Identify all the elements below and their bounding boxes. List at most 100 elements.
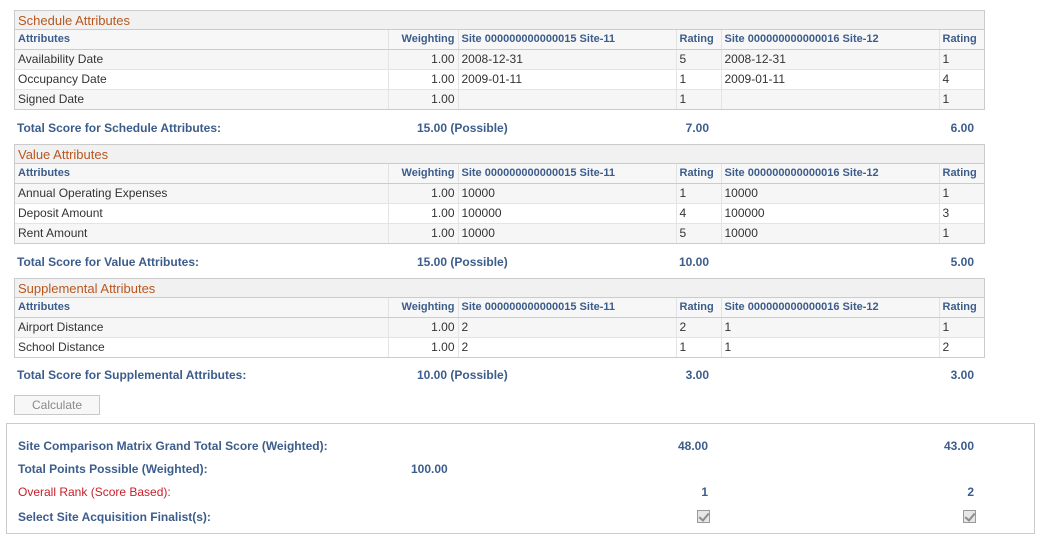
attribute-name: School Distance [15,336,388,357]
col-rating-1: Rating [675,30,721,50]
weighting-value: 1.00 [387,88,458,109]
rank-site-1: 1 [701,485,708,499]
site-2-value: 1 [720,316,939,337]
site-1-rating: 5 [675,48,721,69]
site-2-value: 2008-12-31 [720,48,939,69]
grand-total-site-2: 43.00 [943,439,974,453]
site-2-rating: 1 [938,48,984,69]
schedule-attributes-title: Schedule Attributes [15,11,984,30]
col-rating-2: Rating [938,30,984,50]
finalist-row: Select Site Acquisition Finalist(s): [18,510,1018,524]
col-site-2: Site 000000000000016 Site-12 [720,30,939,50]
site-2-value: 1 [720,336,939,357]
table-header-row: Attributes Weighting Site 00000000000001… [15,298,984,318]
supplemental-total-row: Total Score for Supplemental Attributes:… [17,368,977,382]
schedule-site-1-score: 7.00 [685,121,709,135]
schedule-attributes-grid: Schedule Attributes Attributes Weighting… [14,10,985,110]
col-rating-2: Rating [938,164,984,184]
site-2-rating: 3 [938,202,984,223]
col-attributes: Attributes [15,298,388,318]
site-1-value: 100000 [457,202,676,223]
col-site-2: Site 000000000000016 Site-12 [720,298,939,318]
site-1-value: 2 [457,316,676,337]
table-row: Airport Distance 1.00 2 2 1 1 [15,316,984,337]
table-row: Annual Operating Expenses 1.00 10000 1 1… [15,182,984,203]
col-rating-1: Rating [675,164,721,184]
schedule-total-row: Total Score for Schedule Attributes: 15.… [17,121,977,135]
site-1-rating: 4 [675,202,721,223]
site-1-value: 2009-01-11 [457,68,676,89]
grand-total-label: Site Comparison Matrix Grand Total Score… [18,439,328,453]
site-1-value: 2 [457,336,676,357]
supplemental-attributes-title: Supplemental Attributes [15,279,984,298]
weighting-value: 1.00 [387,182,458,203]
schedule-possible-score: 15.00 (Possible) [417,121,508,135]
site-2-rating: 1 [938,182,984,203]
overall-rank-row: Overall Rank (Score Based): 1 2 [18,485,1018,499]
attribute-name: Signed Date [15,88,388,109]
weighting-value: 1.00 [387,316,458,337]
value-site-1-score: 10.00 [678,255,709,269]
site-1-value: 2008-12-31 [457,48,676,69]
attribute-name: Rent Amount [15,222,388,243]
schedule-total-label: Total Score for Schedule Attributes: [17,121,222,135]
supplemental-site-1-score: 3.00 [685,368,709,382]
site-1-value: 10000 [457,222,676,243]
site-1-rating: 1 [675,88,721,109]
finalist-label: Select Site Acquisition Finalist(s): [18,510,211,524]
col-weighting: Weighting [387,164,458,184]
table-row: School Distance 1.00 2 1 1 2 [15,336,984,357]
value-possible-score: 15.00 (Possible) [417,255,508,269]
points-possible-value: 100.00 [411,462,448,476]
table-row: Deposit Amount 1.00 100000 4 100000 3 [15,202,984,223]
table-row: Availability Date 1.00 2008-12-31 5 2008… [15,48,984,69]
supplemental-possible-score: 10.00 (Possible) [417,368,508,382]
site-1-rating: 5 [675,222,721,243]
site-1-rating: 1 [675,68,721,89]
site-2-rating: 1 [938,88,984,109]
site-2-value: 2009-01-11 [720,68,939,89]
calculate-button[interactable]: Calculate [14,395,100,415]
attribute-name: Airport Distance [15,316,388,337]
col-rating-1: Rating [675,298,721,318]
points-possible-label: Total Points Possible (Weighted): [18,462,208,476]
value-total-label: Total Score for Value Attributes: [17,255,200,269]
table-row: Occupancy Date 1.00 2009-01-11 1 2009-01… [15,68,984,89]
weighting-value: 1.00 [387,336,458,357]
schedule-attributes-table: Attributes Weighting Site 00000000000001… [15,30,984,109]
summary-panel: Site Comparison Matrix Grand Total Score… [6,423,1035,534]
col-weighting: Weighting [387,30,458,50]
col-rating-2: Rating [938,298,984,318]
site-2-rating: 1 [938,316,984,337]
table-header-row: Attributes Weighting Site 00000000000001… [15,164,984,184]
site-2-rating: 2 [938,336,984,357]
supplemental-attributes-grid: Supplemental Attributes Attributes Weigh… [14,278,985,358]
site-1-value: 10000 [457,182,676,203]
supplemental-attributes-table: Attributes Weighting Site 00000000000001… [15,298,984,357]
weighting-value: 1.00 [387,222,458,243]
points-possible-row: Total Points Possible (Weighted): 100.00 [18,462,1018,476]
col-site-1: Site 000000000000015 Site-11 [457,30,676,50]
weighting-value: 1.00 [387,202,458,223]
site-2-value: 10000 [720,222,939,243]
finalist-site-2-checkbox[interactable] [963,510,976,523]
overall-rank-label: Overall Rank (Score Based): [18,485,171,499]
weighting-value: 1.00 [387,68,458,89]
value-attributes-title: Value Attributes [15,145,984,164]
grand-total-row: Site Comparison Matrix Grand Total Score… [18,439,1018,453]
col-attributes: Attributes [15,164,388,184]
attribute-name: Availability Date [15,48,388,69]
table-row: Signed Date 1.00 1 1 [15,88,984,109]
finalist-site-1-checkbox[interactable] [697,510,710,523]
col-site-1: Site 000000000000015 Site-11 [457,164,676,184]
attribute-name: Occupancy Date [15,68,388,89]
schedule-site-2-score: 6.00 [950,121,974,135]
col-site-2: Site 000000000000016 Site-12 [720,164,939,184]
col-weighting: Weighting [387,298,458,318]
attribute-name: Annual Operating Expenses [15,182,388,203]
supplemental-site-2-score: 3.00 [950,368,974,382]
value-total-row: Total Score for Value Attributes: 15.00 … [17,255,977,269]
grand-total-site-1: 48.00 [677,439,708,453]
site-1-rating: 2 [675,316,721,337]
site-1-value [457,88,676,109]
